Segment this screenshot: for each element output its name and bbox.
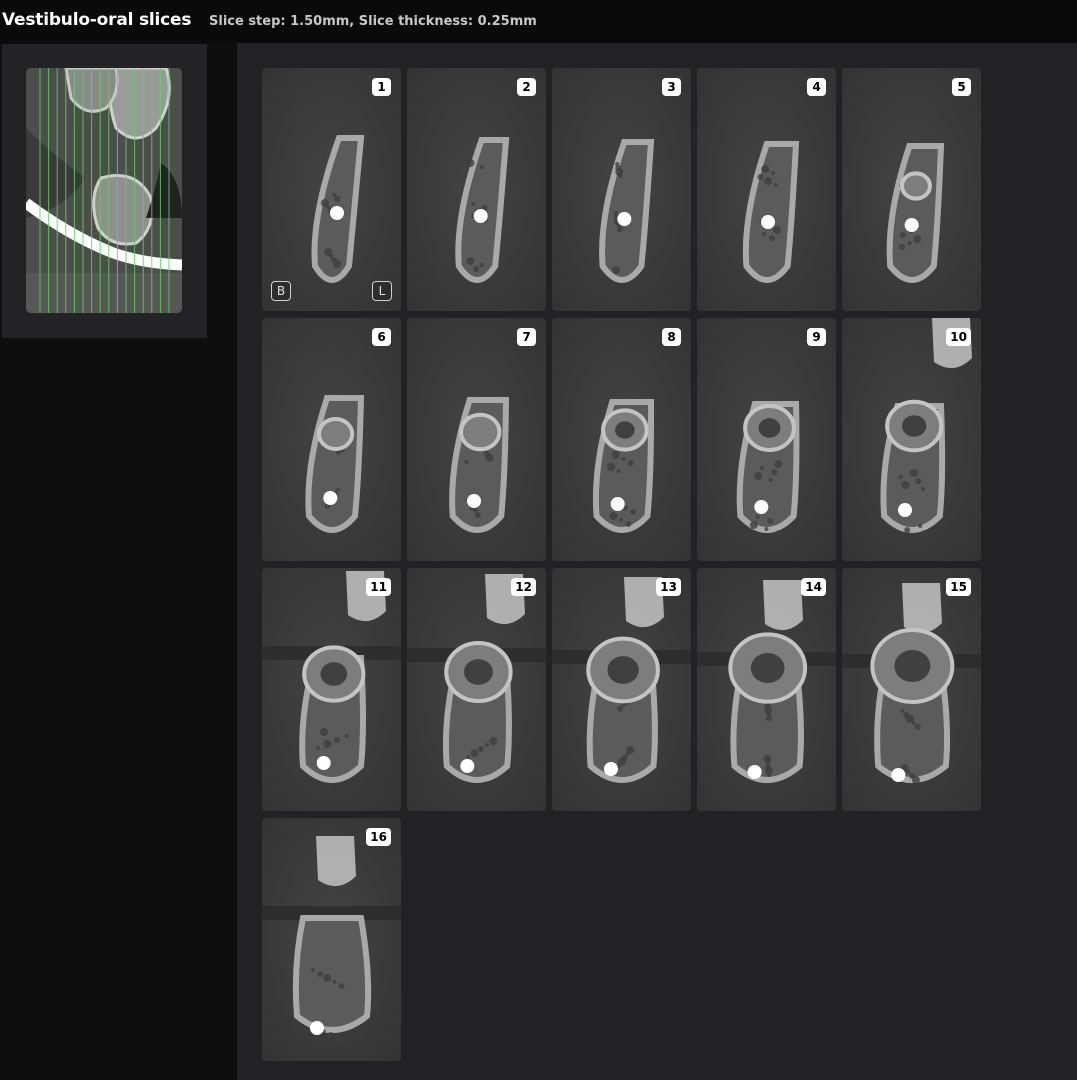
slice-image	[552, 568, 691, 811]
slice-image	[407, 568, 546, 811]
slice-image	[262, 818, 401, 1061]
slice-tile-7[interactable]: 7	[407, 318, 546, 561]
slice-number-badge: 7	[517, 328, 536, 346]
slice-tile-3[interactable]: 3	[552, 68, 691, 311]
slice-number-badge: 8	[662, 328, 681, 346]
buccal-orientation-label: B	[271, 281, 291, 301]
slice-number-badge: 15	[946, 578, 971, 596]
slice-number-badge: 11	[366, 578, 391, 596]
slice-number-badge: 9	[807, 328, 826, 346]
slice-image	[697, 318, 836, 561]
slice-image	[407, 68, 546, 311]
slice-tile-6[interactable]: 6	[262, 318, 401, 561]
lingual-orientation-label: L	[372, 281, 392, 301]
slice-number-badge: 16	[366, 828, 391, 846]
slice-image	[842, 318, 981, 561]
slice-image	[697, 68, 836, 311]
slice-number-badge: 10	[946, 328, 971, 346]
slice-parameters: Slice step: 1.50mm, Slice thickness: 0.2…	[209, 14, 537, 29]
slice-number-badge: 3	[662, 78, 681, 96]
slice-number-badge: 2	[517, 78, 536, 96]
slice-tile-15[interactable]: 15	[842, 568, 981, 811]
slice-image	[262, 318, 401, 561]
slice-image	[697, 568, 836, 811]
slice-image	[262, 568, 401, 811]
slice-tile-14[interactable]: 14	[697, 568, 836, 811]
slice-tile-2[interactable]: 2	[407, 68, 546, 311]
page-title: Vestibulo-oral slices	[2, 10, 192, 30]
slice-number-badge: 13	[656, 578, 681, 596]
slice-number-badge: 4	[807, 78, 826, 96]
slice-tile-11[interactable]: 11	[262, 568, 401, 811]
slice-image	[552, 318, 691, 561]
slice-tile-13[interactable]: 13	[552, 568, 691, 811]
slice-number-badge: 14	[801, 578, 826, 596]
slice-tile-1[interactable]: 1 B L	[262, 68, 401, 311]
slice-number-badge: 5	[952, 78, 971, 96]
panoramic-overview-image[interactable]	[26, 68, 182, 313]
slice-tile-10[interactable]: 10	[842, 318, 981, 561]
slice-tile-4[interactable]: 4	[697, 68, 836, 311]
slice-tile-8[interactable]: 8	[552, 318, 691, 561]
header-bar: Vestibulo-oral slices Slice step: 1.50mm…	[0, 0, 1077, 43]
slice-number-badge: 1	[372, 78, 391, 96]
slice-tile-16[interactable]: 16	[262, 818, 401, 1061]
slice-image	[842, 68, 981, 311]
slice-image	[407, 318, 546, 561]
slice-tile-5[interactable]: 5	[842, 68, 981, 311]
slice-image	[842, 568, 981, 811]
slice-image	[552, 68, 691, 311]
slice-tile-12[interactable]: 12	[407, 568, 546, 811]
slice-number-badge: 6	[372, 328, 391, 346]
slice-tile-9[interactable]: 9	[697, 318, 836, 561]
slice-number-badge: 12	[511, 578, 536, 596]
slice-image	[262, 68, 401, 311]
